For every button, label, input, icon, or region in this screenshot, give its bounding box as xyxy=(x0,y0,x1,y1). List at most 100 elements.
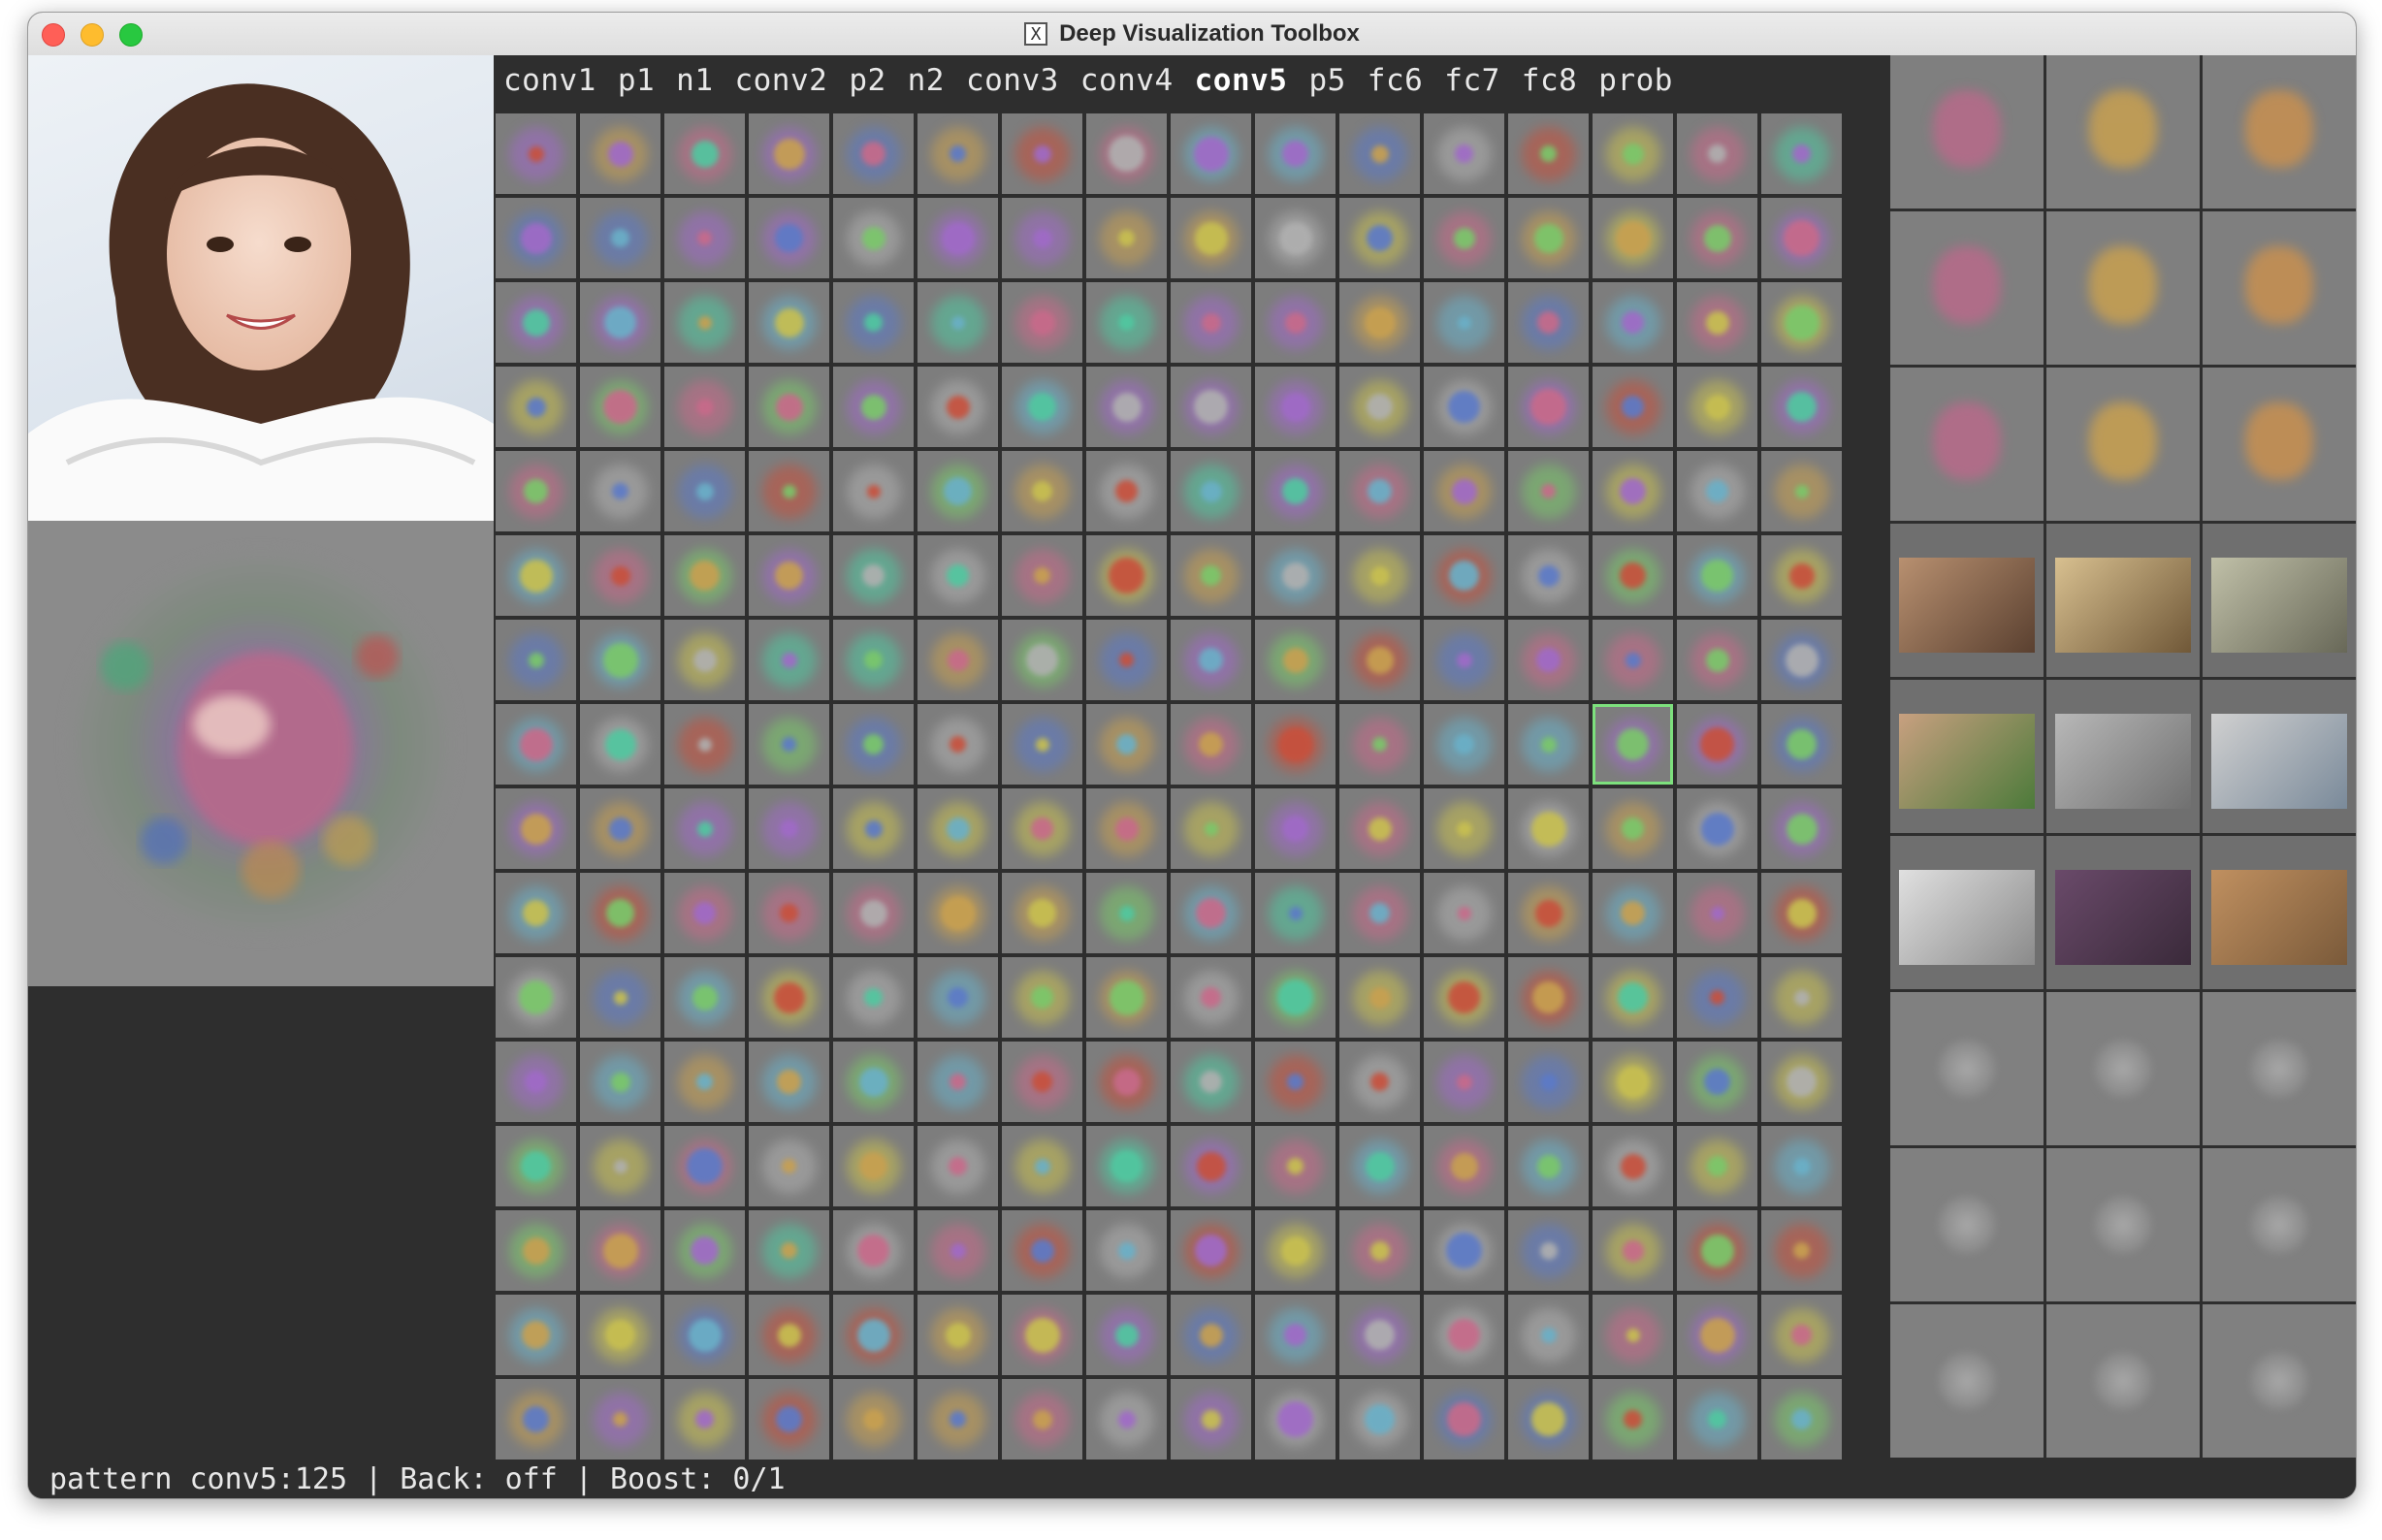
unit-cell[interactable] xyxy=(1002,620,1082,700)
unit-cell[interactable] xyxy=(1086,957,1167,1038)
unit-cell[interactable] xyxy=(496,198,576,278)
unit-cell[interactable] xyxy=(664,282,745,363)
unit-cell[interactable] xyxy=(1424,367,1504,447)
unit-cell[interactable] xyxy=(1002,1379,1082,1460)
unit-cell[interactable] xyxy=(580,704,660,785)
unit-cell[interactable] xyxy=(1508,198,1589,278)
unit-cell[interactable] xyxy=(1677,788,1757,869)
unit-cell[interactable] xyxy=(833,451,914,531)
layer-tab-fc8[interactable]: fc8 xyxy=(1522,63,1578,98)
unit-cell[interactable] xyxy=(1339,535,1420,616)
unit-cell[interactable] xyxy=(917,1126,998,1206)
unit-cell[interactable] xyxy=(1171,535,1251,616)
unit-cell[interactable] xyxy=(580,198,660,278)
layer-tab-p5[interactable]: p5 xyxy=(1308,63,1345,98)
unit-cell[interactable] xyxy=(749,282,829,363)
unit-cell[interactable] xyxy=(833,1210,914,1291)
unit-cell[interactable] xyxy=(1255,620,1336,700)
unit-cell[interactable] xyxy=(580,535,660,616)
unit-cell[interactable] xyxy=(1508,535,1589,616)
unit-cell[interactable] xyxy=(1002,788,1082,869)
unit-cell[interactable] xyxy=(1677,620,1757,700)
unit-cell[interactable] xyxy=(1255,451,1336,531)
unit-cell[interactable] xyxy=(1255,873,1336,953)
unit-cell[interactable] xyxy=(1761,620,1842,700)
unit-cell[interactable] xyxy=(1508,957,1589,1038)
unit-cell[interactable] xyxy=(833,282,914,363)
unit-cell[interactable] xyxy=(1508,1126,1589,1206)
unit-cell[interactable] xyxy=(1086,788,1167,869)
unit-cell[interactable] xyxy=(1761,1210,1842,1291)
unit-cell[interactable] xyxy=(833,620,914,700)
unit-cell[interactable] xyxy=(580,1210,660,1291)
unit-cell[interactable] xyxy=(1508,451,1589,531)
unit-cell[interactable] xyxy=(1255,1210,1336,1291)
unit-cell[interactable] xyxy=(580,873,660,953)
unit-cell[interactable] xyxy=(749,535,829,616)
unit-cell[interactable] xyxy=(1086,620,1167,700)
unit-cell[interactable] xyxy=(664,873,745,953)
unit-cell[interactable] xyxy=(1761,957,1842,1038)
unit-cell[interactable] xyxy=(1086,1126,1167,1206)
unit-cell[interactable] xyxy=(580,367,660,447)
unit-cell[interactable] xyxy=(580,113,660,194)
unit-cell[interactable] xyxy=(664,451,745,531)
unit-cell[interactable] xyxy=(1086,282,1167,363)
unit-cell[interactable] xyxy=(1761,1379,1842,1460)
unit-cell[interactable] xyxy=(1508,367,1589,447)
unit-cell[interactable] xyxy=(749,451,829,531)
unit-cell[interactable] xyxy=(1171,198,1251,278)
layer-tab-fc6[interactable]: fc6 xyxy=(1368,63,1424,98)
unit-cell[interactable] xyxy=(496,788,576,869)
unit-cell[interactable] xyxy=(1761,113,1842,194)
unit-cell[interactable] xyxy=(1086,198,1167,278)
unit-cell[interactable] xyxy=(1424,873,1504,953)
unit-cell[interactable] xyxy=(833,113,914,194)
unit-cell[interactable] xyxy=(1086,451,1167,531)
unit-cell[interactable] xyxy=(917,367,998,447)
unit-cell[interactable] xyxy=(1593,1379,1673,1460)
unit-cell[interactable] xyxy=(580,1379,660,1460)
unit-cell[interactable] xyxy=(1171,704,1251,785)
unit-cell[interactable] xyxy=(1424,1295,1504,1375)
unit-cell[interactable] xyxy=(917,1210,998,1291)
unit-cell[interactable] xyxy=(1424,282,1504,363)
unit-cell[interactable] xyxy=(1002,1210,1082,1291)
unit-cell[interactable] xyxy=(664,1379,745,1460)
unit-cell[interactable] xyxy=(1255,198,1336,278)
unit-cell[interactable] xyxy=(1424,451,1504,531)
unit-cell[interactable] xyxy=(1171,113,1251,194)
unit-cell[interactable] xyxy=(1508,1379,1589,1460)
unit-cell[interactable] xyxy=(496,1379,576,1460)
unit-cell[interactable] xyxy=(1002,451,1082,531)
unit-cell[interactable] xyxy=(1171,282,1251,363)
unit-cell[interactable] xyxy=(1002,198,1082,278)
unit-cell[interactable] xyxy=(1677,957,1757,1038)
unit-cell[interactable] xyxy=(917,113,998,194)
unit-cell[interactable] xyxy=(917,198,998,278)
unit-cell[interactable] xyxy=(833,1379,914,1460)
unit-cell[interactable] xyxy=(1593,535,1673,616)
unit-cell[interactable] xyxy=(1171,451,1251,531)
unit-cell[interactable] xyxy=(1171,1126,1251,1206)
unit-cell[interactable] xyxy=(1677,704,1757,785)
unit-cell[interactable] xyxy=(1339,367,1420,447)
unit-cell[interactable] xyxy=(1761,535,1842,616)
unit-cell[interactable] xyxy=(1677,1210,1757,1291)
unit-cell[interactable] xyxy=(664,1295,745,1375)
unit-cell[interactable] xyxy=(1761,1126,1842,1206)
unit-cell[interactable] xyxy=(749,873,829,953)
unit-cell[interactable] xyxy=(1339,198,1420,278)
unit-cell[interactable] xyxy=(1593,788,1673,869)
unit-cell[interactable] xyxy=(580,1042,660,1122)
unit-cell[interactable] xyxy=(1677,113,1757,194)
unit-cell[interactable] xyxy=(749,1126,829,1206)
unit-cell[interactable] xyxy=(1255,535,1336,616)
unit-cell[interactable] xyxy=(1002,535,1082,616)
unit-cell[interactable] xyxy=(749,1379,829,1460)
unit-cell[interactable] xyxy=(1339,113,1420,194)
unit-cell[interactable] xyxy=(833,1126,914,1206)
unit-cell[interactable] xyxy=(1508,1210,1589,1291)
unit-cell[interactable] xyxy=(1677,535,1757,616)
unit-cell[interactable] xyxy=(1255,1295,1336,1375)
